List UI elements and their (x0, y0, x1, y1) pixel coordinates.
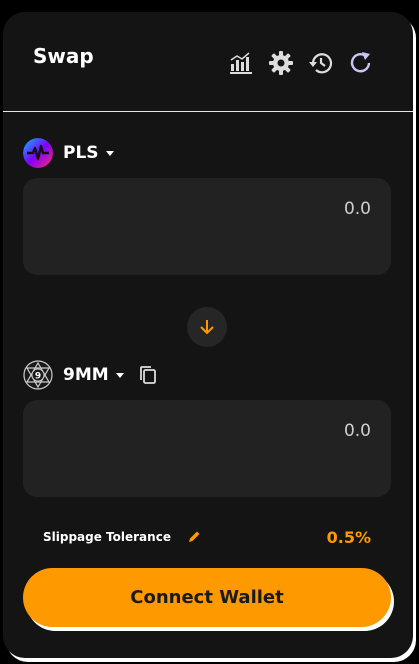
copy-icon[interactable] (138, 365, 158, 385)
history-icon[interactable] (308, 50, 334, 76)
to-amount-field[interactable]: 0.0 (23, 400, 391, 497)
switch-direction-button[interactable] (187, 307, 227, 347)
refresh-icon[interactable] (348, 50, 374, 76)
slippage-label: Slippage Tolerance (43, 530, 171, 544)
to-amount-value: 0.0 (343, 421, 371, 441)
9mm-logo-icon: 9 (23, 360, 53, 390)
arrow-down-icon (200, 320, 214, 335)
swap-header: Swap (3, 12, 413, 112)
from-token-selector[interactable]: PLS (23, 138, 114, 168)
connect-wallet-button[interactable]: Connect Wallet (23, 568, 391, 627)
gear-icon[interactable] (268, 50, 294, 76)
swap-card: Swap PLS 0.0 9 9MM 0.0 Slippage Toleranc… (3, 12, 413, 658)
pencil-icon[interactable] (187, 530, 201, 544)
chevron-down-icon (105, 150, 114, 156)
page-title: Swap (33, 44, 94, 68)
slippage-value: 0.5% (326, 528, 371, 547)
from-token-symbol: PLS (63, 143, 99, 163)
chart-icon[interactable] (228, 50, 254, 76)
pulse-logo-icon (23, 138, 53, 168)
svg-text:9: 9 (35, 372, 41, 382)
from-amount-field[interactable]: 0.0 (23, 178, 391, 275)
to-token-symbol: 9MM (63, 365, 109, 385)
chevron-down-icon (115, 372, 124, 378)
from-amount-value: 0.0 (343, 199, 371, 219)
to-token-selector[interactable]: 9 9MM (23, 360, 158, 390)
